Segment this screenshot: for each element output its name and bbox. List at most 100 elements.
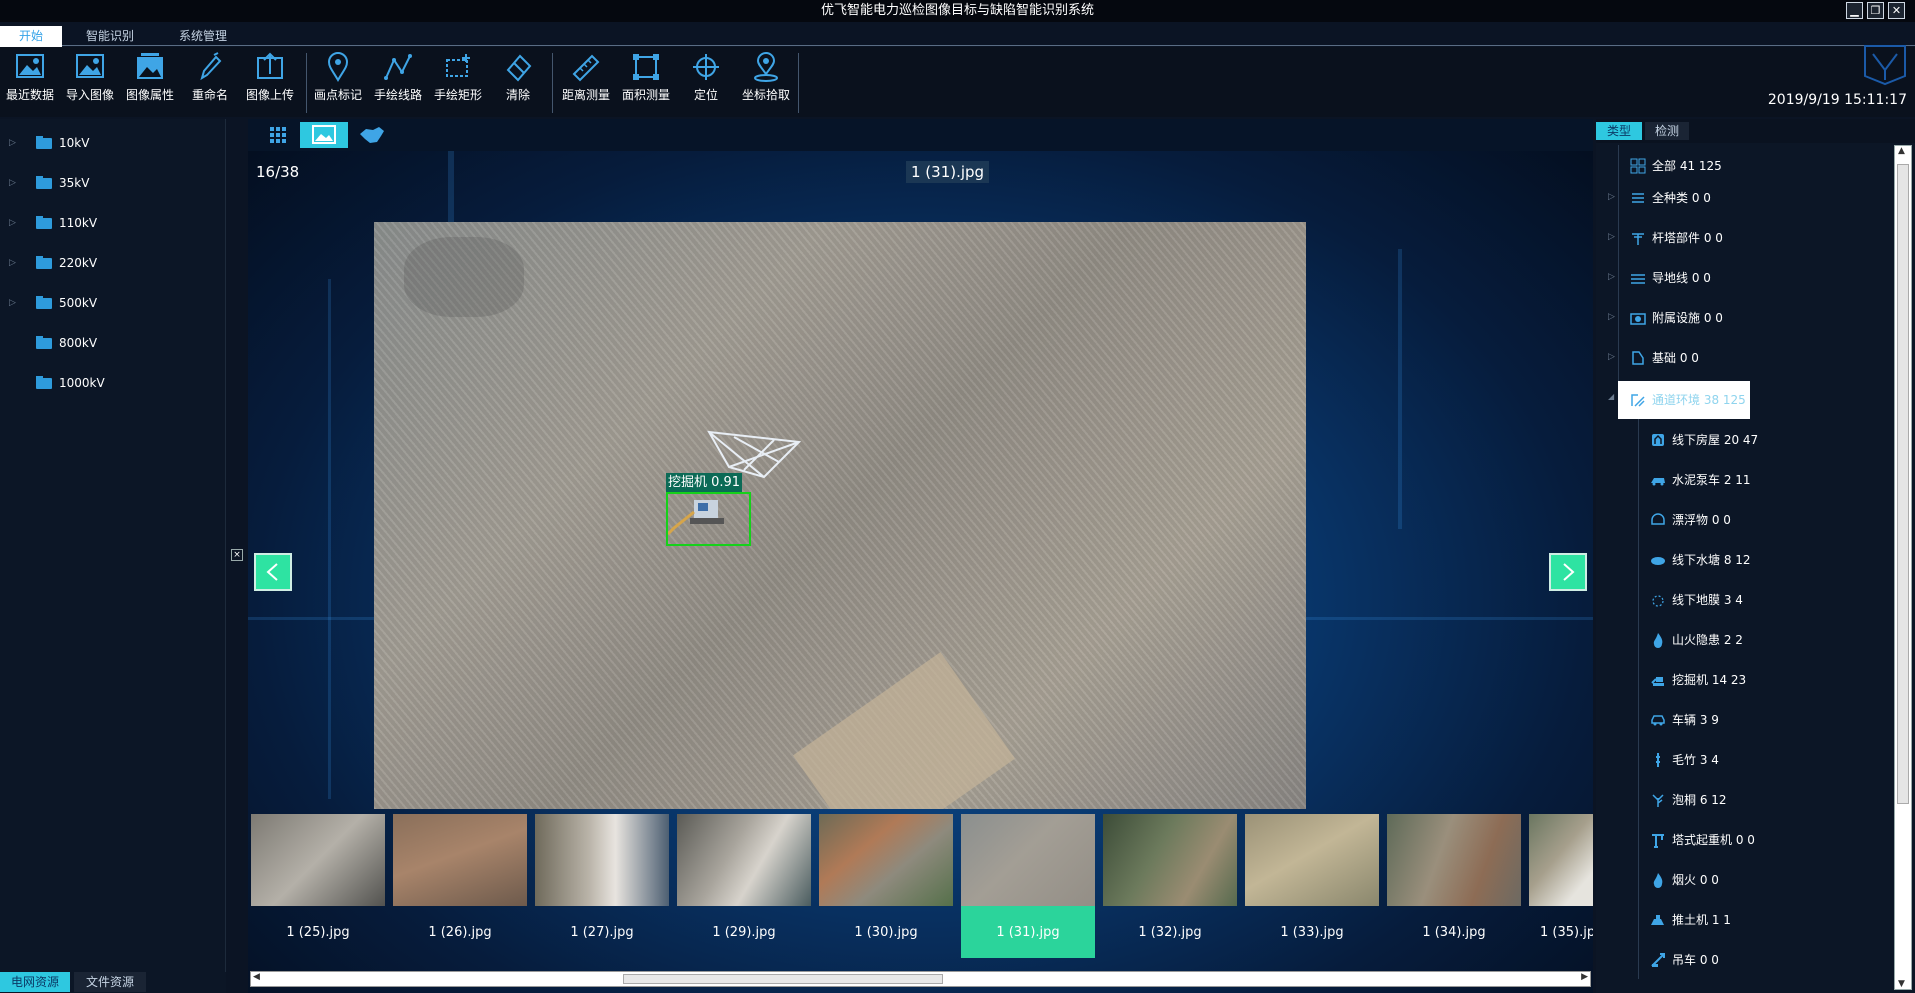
background-decoration	[328, 279, 331, 799]
map-view-button[interactable]	[348, 122, 396, 148]
import-image-button[interactable]: 导入图像	[60, 52, 120, 103]
tree-guide-line	[1618, 145, 1619, 381]
tree-item-500kv[interactable]: ▷ 500kV	[0, 293, 220, 313]
folder-icon	[36, 216, 52, 229]
smoke-icon	[1653, 873, 1663, 888]
thumbnail-image	[1103, 814, 1237, 906]
recent-data-button[interactable]: 最近数据	[0, 52, 60, 103]
house-icon	[1652, 434, 1664, 446]
upload-icon	[257, 52, 283, 79]
crosshair-icon	[693, 54, 719, 80]
expand-arrow-icon[interactable]: ▷	[1608, 272, 1615, 282]
image-icon	[16, 54, 44, 78]
film-icon	[1652, 595, 1664, 607]
rename-button[interactable]: 重命名	[180, 52, 240, 103]
image-properties-icon	[137, 53, 163, 79]
hoist-icon	[1651, 953, 1665, 967]
thumbnail-item[interactable]: 1 (25).jpg	[248, 812, 388, 960]
draw-line-button[interactable]: 手绘线路	[368, 52, 428, 103]
grid-icon	[270, 127, 286, 143]
thumbnail-item[interactable]: 1 (33).jpg	[1242, 812, 1382, 960]
thumbnail-item[interactable]: 1 (30).jpg	[816, 812, 956, 960]
expand-arrow-icon[interactable]: ▷	[1608, 192, 1615, 202]
tree-item-35kv[interactable]: ▷ 35kV	[0, 173, 220, 193]
app-logo	[1859, 40, 1911, 88]
excavator-icon	[1651, 677, 1664, 686]
next-image-button[interactable]	[1549, 553, 1587, 591]
folder-icon	[36, 256, 52, 269]
area-icon	[633, 54, 659, 80]
thumbnail-item[interactable]: 1 (29).jpg	[674, 812, 814, 960]
clear-button[interactable]: 清除	[488, 52, 548, 103]
expand-arrow-icon[interactable]: ▷	[9, 173, 16, 193]
scrollbar-thumb[interactable]	[1897, 164, 1909, 804]
scroll-down-arrow-icon[interactable]: ▼	[1898, 979, 1905, 989]
scroll-up-arrow-icon[interactable]: ▲	[1898, 146, 1905, 156]
wire-icon	[1631, 274, 1645, 284]
collapse-arrow-icon[interactable]: ◢	[1608, 392, 1614, 401]
thumbnail-item[interactable]: 1 (32).jpg	[1100, 812, 1240, 960]
draw-rectangle-button[interactable]: 手绘矩形	[428, 52, 488, 103]
tab-detect[interactable]: 检测	[1645, 122, 1689, 140]
tab-start[interactable]: 开始	[0, 26, 62, 47]
thumbnail-item-selected[interactable]: 1 (31).jpg	[958, 812, 1098, 960]
toolbar: 最近数据 导入图像 图像属性 重命名 图像上传 画点标记 手绘线路 手绘矩形 清…	[0, 47, 1915, 117]
scroll-right-arrow-icon[interactable]: ▶	[1581, 972, 1588, 982]
import-image-icon	[76, 54, 104, 78]
draw-point-button[interactable]: 画点标记	[308, 52, 368, 103]
thumbnail-image	[1387, 814, 1521, 906]
scrollbar-thumb[interactable]	[623, 974, 943, 984]
tree-item-800kv[interactable]: 800kV	[0, 333, 220, 353]
thumbnail-item[interactable]: 1 (34).jpg	[1384, 812, 1524, 960]
expand-arrow-icon[interactable]: ▷	[9, 133, 16, 153]
pump-truck-icon	[1651, 478, 1665, 486]
horizontal-scrollbar[interactable]: ◀ ▶	[250, 971, 1591, 987]
thumbnail-image	[251, 814, 385, 906]
crane-icon	[1652, 834, 1664, 848]
coordinate-pick-button[interactable]: 坐标拾取	[736, 52, 796, 103]
scroll-left-arrow-icon[interactable]: ◀	[253, 972, 260, 982]
tab-smart-recognition[interactable]: 智能识别	[75, 26, 145, 47]
thumbnail-image	[393, 814, 527, 906]
previous-image-button[interactable]	[254, 553, 292, 591]
tree-item-1000kv[interactable]: 1000kV	[0, 373, 220, 393]
expand-arrow-icon[interactable]: ▷	[1608, 232, 1615, 242]
expand-arrow-icon[interactable]: ▷	[9, 293, 16, 313]
tree-item-10kv[interactable]: ▷ 10kV	[0, 133, 220, 153]
image-upload-button[interactable]: 图像上传	[240, 52, 300, 103]
maximize-button[interactable]: ❐	[1867, 2, 1884, 19]
minimize-button[interactable]: ▁	[1846, 2, 1863, 19]
vertical-scrollbar[interactable]: ▲ ▼	[1894, 145, 1912, 990]
tab-file-resources[interactable]: 文件资源	[74, 972, 146, 992]
channel-icon	[1631, 394, 1645, 407]
thumbnail-item[interactable]: 1 (35).jpg	[1526, 812, 1593, 960]
tree-item-220kv[interactable]: ▷ 220kV	[0, 253, 220, 273]
expand-arrow-icon[interactable]: ▷	[1608, 352, 1615, 362]
background-decoration	[1306, 617, 1593, 620]
collapse-panel-icon[interactable]: ×	[231, 549, 243, 561]
folder-icon	[36, 296, 52, 309]
expand-arrow-icon[interactable]: ▷	[9, 213, 16, 233]
detection-label: 挖掘机 0.91	[666, 473, 743, 492]
close-button[interactable]: ✕	[1888, 2, 1905, 19]
grid-view-button[interactable]	[254, 122, 302, 148]
main-aerial-image[interactable]: 挖掘机 0.91	[374, 222, 1306, 809]
thumbnail-item[interactable]: 1 (26).jpg	[390, 812, 530, 960]
bulldozer-icon	[1651, 915, 1664, 925]
thumbnail-strip: 1 (25).jpg 1 (26).jpg 1 (27).jpg 1 (29).…	[248, 812, 1593, 960]
tower-icon	[1632, 233, 1644, 245]
distance-measure-button[interactable]: 距离测量	[556, 52, 616, 103]
image-properties-button[interactable]: 图像属性	[120, 52, 180, 103]
tree-item-110kv[interactable]: ▷ 110kV	[0, 213, 220, 233]
expand-arrow-icon[interactable]: ▷	[9, 253, 16, 273]
tab-grid-resources[interactable]: 电网资源	[0, 972, 70, 992]
thumbnail-item[interactable]: 1 (27).jpg	[532, 812, 672, 960]
grid-icon	[1630, 158, 1646, 174]
expand-arrow-icon[interactable]: ▷	[1608, 312, 1615, 322]
single-image-view-button[interactable]	[300, 122, 348, 148]
tab-system-management[interactable]: 系统管理	[168, 26, 238, 47]
tab-type[interactable]: 类型	[1596, 122, 1642, 140]
locate-button[interactable]: 定位	[676, 52, 736, 103]
area-measure-button[interactable]: 面积测量	[616, 52, 676, 103]
detection-box[interactable]	[666, 492, 751, 546]
